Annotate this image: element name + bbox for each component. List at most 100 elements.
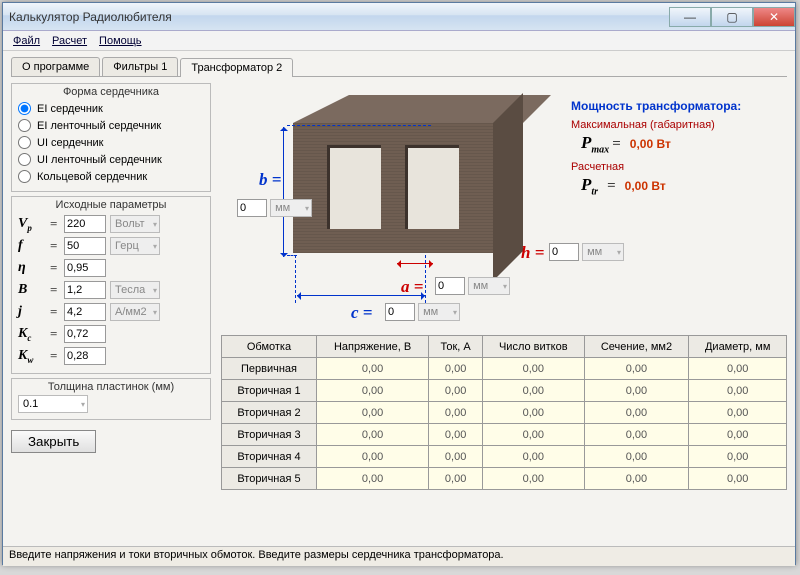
winding-diameter: 0,00 — [689, 358, 787, 380]
radio-ei[interactable]: EI сердечник — [18, 100, 204, 117]
winding-section: 0,00 — [584, 380, 689, 402]
tab-about[interactable]: О программе — [11, 57, 100, 76]
dim-b-unit[interactable]: мм — [270, 199, 312, 217]
winding-current[interactable]: 0,00 — [429, 358, 483, 380]
core-shape-group: Форма сердечника EI сердечник EI ленточн… — [11, 83, 211, 192]
winding-voltage[interactable]: 0,00 — [316, 380, 428, 402]
winding-turns: 0,00 — [483, 468, 585, 490]
b-unit[interactable]: Тесла — [110, 281, 160, 299]
radio-ei-strip[interactable]: EI ленточный сердечник — [18, 117, 204, 134]
winding-diameter: 0,00 — [689, 446, 787, 468]
radio-ui[interactable]: UI сердечник — [18, 134, 204, 151]
table-row: Первичная0,000,000,000,000,00 — [222, 358, 787, 380]
winding-voltage[interactable]: 0,00 — [316, 446, 428, 468]
f-symbol: f — [18, 238, 46, 254]
j-unit[interactable]: А/мм2 — [110, 303, 160, 321]
windings-table: Обмотка Напряжение, В Ток, А Число витко… — [221, 335, 787, 490]
th-turns: Число витков — [483, 336, 585, 358]
thickness-label: Толщина пластинок (мм) — [18, 381, 204, 393]
tabs: О программе Фильтры 1 Трансформатор 2 — [11, 57, 787, 77]
menubar: Файл Расчет Помощь — [3, 31, 795, 51]
dim-c-unit[interactable]: мм — [418, 303, 460, 321]
winding-section: 0,00 — [584, 468, 689, 490]
winding-current[interactable]: 0,00 — [429, 468, 483, 490]
winding-current[interactable]: 0,00 — [429, 402, 483, 424]
th-section: Сечение, мм2 — [584, 336, 689, 358]
kc-symbol: Kc — [18, 326, 46, 343]
dim-c-input[interactable] — [385, 303, 415, 321]
winding-name: Вторичная 3 — [222, 424, 317, 446]
window-close-button[interactable]: ✕ — [753, 7, 795, 27]
dim-b-input[interactable] — [237, 199, 267, 217]
statusbar: Введите напряжения и токи вторичных обмо… — [3, 546, 795, 566]
vp-input[interactable] — [64, 215, 106, 233]
winding-name: Вторичная 5 — [222, 468, 317, 490]
th-current: Ток, А — [429, 336, 483, 358]
table-row: Вторичная 50,000,000,000,000,00 — [222, 468, 787, 490]
winding-turns: 0,00 — [483, 402, 585, 424]
f-unit[interactable]: Герц — [110, 237, 160, 255]
winding-section: 0,00 — [584, 358, 689, 380]
power-title: Мощность трансформатора: — [571, 99, 781, 113]
dim-h-input[interactable] — [549, 243, 579, 261]
th-winding: Обмотка — [222, 336, 317, 358]
table-row: Вторичная 20,000,000,000,000,00 — [222, 402, 787, 424]
radio-toroid[interactable]: Кольцевой сердечник — [18, 168, 204, 185]
power-max-label: Максимальная (габаритная) — [571, 119, 781, 131]
winding-current[interactable]: 0,00 — [429, 446, 483, 468]
winding-name: Вторичная 2 — [222, 402, 317, 424]
winding-voltage[interactable]: 0,00 — [316, 358, 428, 380]
thickness-group: Толщина пластинок (мм) 0.1 — [11, 378, 211, 420]
app-window: Калькулятор Радиолюбителя — ▢ ✕ Файл Рас… — [2, 2, 796, 565]
winding-voltage[interactable]: 0,00 — [316, 402, 428, 424]
winding-current[interactable]: 0,00 — [429, 424, 483, 446]
dim-a-unit[interactable]: мм — [468, 277, 510, 295]
b-symbol: B — [18, 282, 46, 298]
winding-voltage[interactable]: 0,00 — [316, 468, 428, 490]
menu-help[interactable]: Помощь — [95, 34, 146, 48]
j-input[interactable] — [64, 303, 106, 321]
winding-section: 0,00 — [584, 446, 689, 468]
thickness-select[interactable]: 0.1 — [18, 395, 88, 413]
tab-filters[interactable]: Фильтры 1 — [102, 57, 178, 76]
close-button[interactable]: Закрыть — [11, 430, 96, 453]
winding-turns: 0,00 — [483, 446, 585, 468]
window-title: Калькулятор Радиолюбителя — [9, 10, 669, 24]
kw-input[interactable] — [64, 347, 106, 365]
power-block: Мощность трансформатора: Максимальная (г… — [571, 99, 781, 204]
winding-section: 0,00 — [584, 402, 689, 424]
titlebar: Калькулятор Радиолюбителя — ▢ ✕ — [3, 3, 795, 31]
b-input[interactable] — [64, 281, 106, 299]
menu-file[interactable]: Файл — [9, 34, 44, 48]
th-diameter: Диаметр, мм — [689, 336, 787, 358]
pmax-symbol: Pmax — [581, 133, 609, 152]
table-row: Вторичная 10,000,000,000,000,00 — [222, 380, 787, 402]
vp-unit[interactable]: Вольт — [110, 215, 160, 233]
dim-h-label: h = — [521, 243, 544, 263]
kc-input[interactable] — [64, 325, 106, 343]
ptr-symbol: Ptr — [581, 175, 598, 194]
eta-input[interactable] — [64, 259, 106, 277]
winding-current[interactable]: 0,00 — [429, 380, 483, 402]
winding-turns: 0,00 — [483, 380, 585, 402]
winding-diameter: 0,00 — [689, 402, 787, 424]
tab-transformer[interactable]: Трансформатор 2 — [180, 58, 293, 77]
radio-ui-strip[interactable]: UI ленточный сердечник — [18, 151, 204, 168]
f-input[interactable] — [64, 237, 106, 255]
dim-b-label: b = — [259, 170, 281, 190]
maximize-button[interactable]: ▢ — [711, 7, 753, 27]
table-row: Вторичная 30,000,000,000,000,00 — [222, 424, 787, 446]
winding-turns: 0,00 — [483, 358, 585, 380]
dim-c-label: c = — [351, 303, 372, 323]
winding-name: Вторичная 4 — [222, 446, 317, 468]
core-shape-legend: Форма сердечника — [18, 86, 204, 98]
j-symbol: j — [18, 304, 46, 320]
winding-voltage[interactable]: 0,00 — [316, 424, 428, 446]
th-voltage: Напряжение, В — [316, 336, 428, 358]
dim-a-input[interactable] — [435, 277, 465, 295]
pmax-value: 0,00 Вт — [630, 137, 671, 151]
dim-h-unit[interactable]: мм — [582, 243, 624, 261]
minimize-button[interactable]: — — [669, 7, 711, 27]
menu-calc[interactable]: Расчет — [48, 34, 91, 48]
kw-symbol: Kw — [18, 348, 46, 365]
